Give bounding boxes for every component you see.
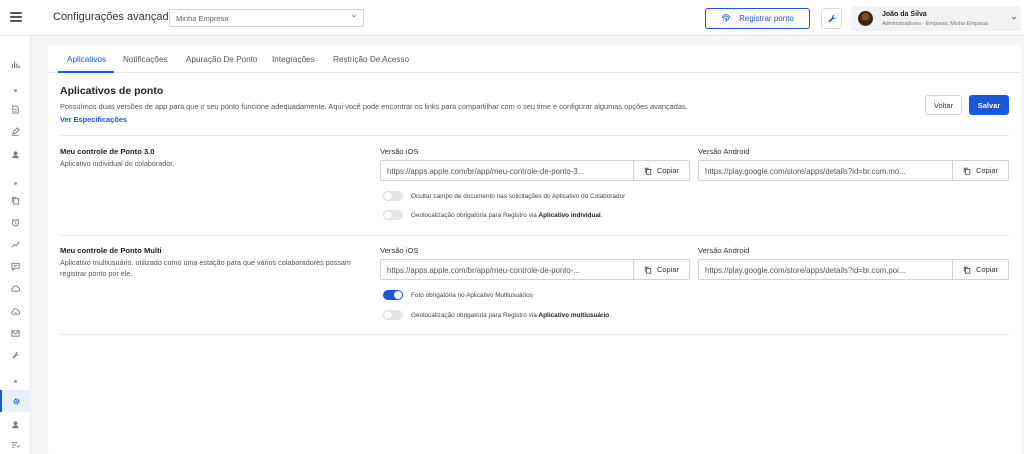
section-title: Aplicativos de ponto <box>60 85 164 97</box>
copy-icon <box>644 167 652 175</box>
app-name: Meu controle de Ponto 3.0 <box>60 147 155 156</box>
geolocation-multi-toggle[interactable] <box>383 310 403 320</box>
divider <box>60 135 1009 136</box>
toggle-label: Geolocalização obrigatória para Registro… <box>411 211 603 219</box>
ios-label: Versão iOS <box>380 246 419 255</box>
android-url[interactable]: https://play.google.com/store/apps/detai… <box>699 260 952 279</box>
photo-required-toggle[interactable] <box>383 290 403 300</box>
tab-apuracao-de-ponto[interactable]: Apuração De Ponto <box>186 55 257 64</box>
copy-button-label: Copiar <box>656 166 680 175</box>
android-url-field: https://play.google.com/store/apps/detai… <box>698 160 1009 181</box>
top-bar: Configurações avançadas Minha Empresa Re… <box>0 0 1024 36</box>
pen-icon[interactable] <box>0 122 31 140</box>
menu-icon[interactable] <box>10 12 22 22</box>
geolocation-individual-toggle[interactable] <box>383 210 403 220</box>
ios-label: Versão iOS <box>380 147 419 156</box>
tab-integracoes[interactable]: Integrações <box>272 55 315 64</box>
chevron-down-icon <box>351 14 357 18</box>
ios-url[interactable]: https://apps.apple.com/br/app/meu-contro… <box>381 260 633 279</box>
ios-url-field: https://apps.apple.com/br/app/meu-contro… <box>380 259 690 280</box>
separator-dot <box>14 89 17 92</box>
section-description: Possuímos duas versões de app para que o… <box>60 102 688 111</box>
back-button[interactable]: Voltar <box>925 95 962 115</box>
android-label: Versão Android <box>698 147 750 156</box>
mail-icon[interactable] <box>0 324 31 342</box>
toggle-row: Foto obrigatória no Aplicativo Multiusuá… <box>383 289 533 301</box>
separator-dot <box>14 380 17 383</box>
tab-notificacoes[interactable]: Notificações <box>123 55 168 64</box>
chevron-down-icon <box>1011 16 1017 20</box>
toggle-row: Ocultar campo de documento nas solicitaç… <box>383 190 625 202</box>
wrench-icon <box>828 14 836 22</box>
fingerprint-icon <box>722 13 731 22</box>
page-title: Configurações avançadas <box>53 11 181 23</box>
copy-icon <box>963 266 971 274</box>
tools-button[interactable] <box>821 8 842 29</box>
copy-icon <box>644 266 652 274</box>
document-icon[interactable] <box>0 100 31 118</box>
user-icon[interactable] <box>0 145 31 163</box>
copy-button[interactable]: Copiar <box>633 260 689 279</box>
trend-icon[interactable] <box>0 235 31 253</box>
person-icon[interactable] <box>0 415 31 433</box>
copy-icon[interactable] <box>0 191 31 209</box>
user-role: Administradores - Empresa: Minha Empresa <box>882 21 989 27</box>
separator-dot <box>14 182 17 185</box>
copy-icon <box>963 167 971 175</box>
settings-card: Aplicativos Notificações Apuração De Pon… <box>48 45 1021 454</box>
chat-icon[interactable] <box>0 257 31 275</box>
android-label: Versão Android <box>698 246 750 255</box>
avatar <box>858 11 873 26</box>
sidebar-item-settings[interactable] <box>0 390 31 412</box>
toggle-label: Foto obrigatória no Aplicativo Multiusuá… <box>411 291 533 299</box>
app-description: Aplicativo individual do colaborador. <box>60 159 175 168</box>
register-button-label: Registrar ponto <box>739 14 794 23</box>
copy-button-label: Copiar <box>975 166 999 175</box>
divider <box>60 235 1009 236</box>
copy-button[interactable]: Copiar <box>633 161 689 180</box>
tab-aplicativos[interactable]: Aplicativos <box>67 55 106 64</box>
copy-button[interactable]: Copiar <box>952 260 1008 279</box>
toggle-row: Geolocalização obrigatória para Registro… <box>383 209 602 221</box>
cloud-sync-icon[interactable] <box>0 302 31 320</box>
android-url-field: https://play.google.com/store/apps/detai… <box>698 259 1009 280</box>
active-tab-indicator <box>58 71 114 73</box>
register-button[interactable]: Registrar ponto <box>705 8 810 29</box>
tab-bar: Aplicativos Notificações Apuração De Pon… <box>48 45 1021 73</box>
android-url[interactable]: https://play.google.com/store/apps/detai… <box>699 161 952 180</box>
wrench-icon[interactable] <box>0 346 31 364</box>
toggle-row: Geolocalização obrigatória para Registro… <box>383 309 611 321</box>
gear-icon <box>13 397 20 405</box>
save-button[interactable]: Salvar <box>969 95 1009 115</box>
hide-document-toggle[interactable] <box>383 191 403 201</box>
company-select[interactable]: Minha Empresa <box>169 9 364 27</box>
tab-restricao-de-acesso[interactable]: Restrição De Acesso <box>333 55 409 64</box>
copy-button-label: Copiar <box>975 265 999 274</box>
company-select-value: Minha Empresa <box>176 14 229 23</box>
app-name: Meu controle de Ponto Multi <box>60 246 162 255</box>
copy-button[interactable]: Copiar <box>952 161 1008 180</box>
chart-icon[interactable] <box>0 55 31 73</box>
app-description: Aplicativo multiusuário, utilizado como … <box>60 258 351 278</box>
list-icon[interactable] <box>0 435 31 453</box>
toggle-label: Ocultar campo de documento nas solicitaç… <box>411 192 626 200</box>
alarm-icon[interactable] <box>0 213 31 231</box>
user-name: João da Silva <box>882 11 927 18</box>
cloud-icon[interactable] <box>0 279 31 297</box>
sidebar <box>0 36 31 454</box>
specifications-link[interactable]: Ver Especificações <box>60 115 127 124</box>
ios-url[interactable]: https://apps.apple.com/br/app/meu-contro… <box>381 161 633 180</box>
ios-url-field: https://apps.apple.com/br/app/meu-contro… <box>380 160 690 181</box>
divider <box>60 334 1009 335</box>
toggle-label: Geolocalização obrigatória para Registro… <box>411 311 611 319</box>
user-menu[interactable]: João da Silva Administradores - Empresa:… <box>851 6 1021 31</box>
copy-button-label: Copiar <box>656 265 680 274</box>
